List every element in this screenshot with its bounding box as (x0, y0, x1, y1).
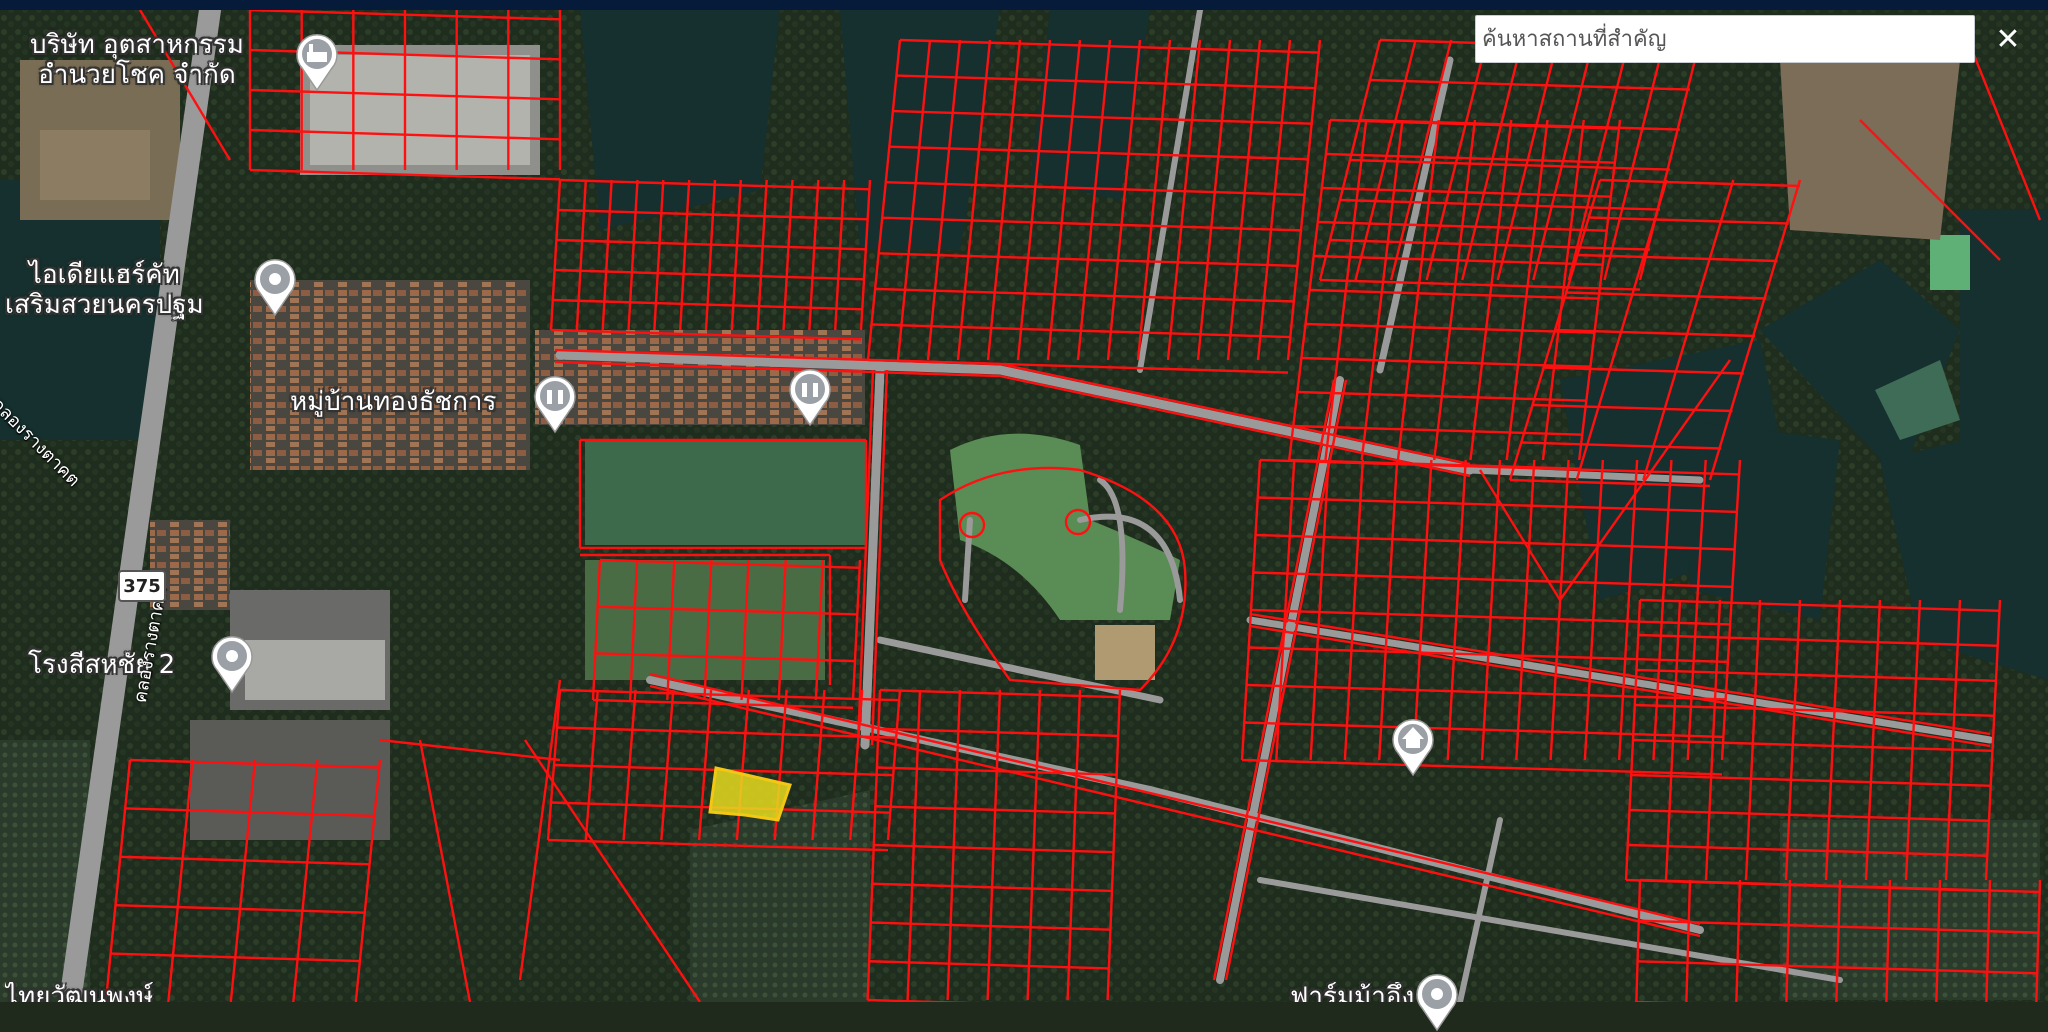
village-icon[interactable] (530, 372, 580, 434)
place-name-line1: หมู่บ้านทองธัชการ (290, 387, 497, 417)
place-name-line1: บริษัท อุตสาหกรรม (30, 30, 244, 60)
place-label-village: หมู่บ้านทองธัชการ (290, 387, 496, 417)
location-pin-icon[interactable] (250, 255, 300, 317)
road-shield-375: 375 (118, 570, 166, 602)
place-name-line1: ไอเดียแฮร์คัท (28, 260, 180, 290)
place-search-input[interactable] (1475, 15, 1975, 63)
place-name-line1: ไทยวัฒนพงษ์ (5, 982, 154, 1002)
top-bar (0, 0, 2048, 10)
location-pin-icon[interactable] (1412, 970, 1462, 1032)
village-icon[interactable] (785, 365, 835, 427)
location-pin-icon[interactable] (207, 632, 257, 694)
temple-icon[interactable] (1388, 715, 1438, 777)
map-canvas[interactable] (0, 0, 2048, 1002)
place-label-partial: ไทยวัฒนพงษ์ (5, 982, 205, 1002)
place-label-farm: ฟาร์มม้าอึ้ง (1290, 982, 1420, 1002)
close-icon[interactable]: ✕ (1985, 16, 2031, 62)
place-name-line2: อำนวยโชค จำกัด (38, 60, 236, 90)
place-name-line2: เสริมสวยนครปฐม (5, 290, 204, 320)
place-label-factory: บริษัท อุตสาหกรรม อำนวยโชค จำกัด (30, 30, 244, 90)
factory-icon[interactable] (292, 30, 342, 92)
place-name-line1: ฟาร์มม้าอึ้ง (1290, 982, 1415, 1002)
place-label-salon: ไอเดียแฮร์คัท เสริมสวยนครปฐม (5, 260, 204, 320)
